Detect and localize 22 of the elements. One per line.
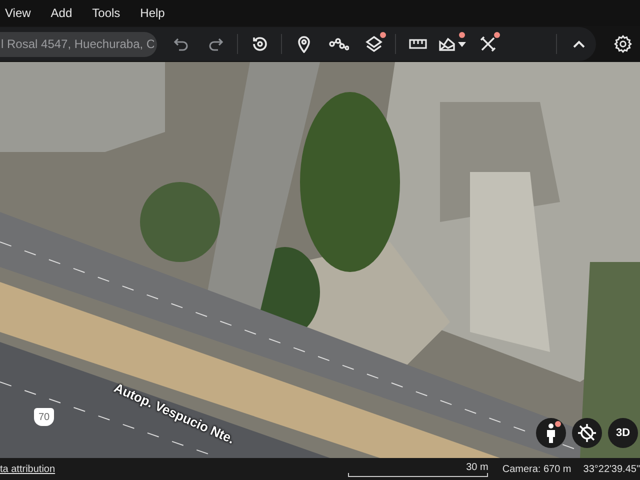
layers-icon xyxy=(364,35,382,53)
attribution-link[interactable]: ta attribution xyxy=(0,464,56,474)
coordinates: 33°22'39.45" xyxy=(583,464,640,474)
menu-item[interactable]: Help xyxy=(140,6,165,20)
camera-altitude: Camera: 670 m xyxy=(502,464,572,474)
terrain-icon xyxy=(439,37,466,51)
history-icon xyxy=(250,35,268,53)
person-icon xyxy=(546,423,556,443)
menu-item[interactable]: Add xyxy=(50,6,72,20)
menu-item[interactable]: View xyxy=(5,6,31,20)
redo-icon xyxy=(208,36,224,52)
scale-label: 30 m xyxy=(466,462,488,472)
path-icon xyxy=(328,37,348,51)
ruler-icon xyxy=(408,39,426,49)
location-pin-icon xyxy=(296,35,310,53)
settings-icon[interactable] xyxy=(614,35,632,53)
menu-item[interactable]: Tools xyxy=(92,6,120,20)
route-shield: 70 xyxy=(34,408,54,426)
compass-off-icon xyxy=(577,423,597,443)
chevron-up-icon xyxy=(572,40,584,48)
tools-icon xyxy=(478,35,496,53)
undo-icon xyxy=(172,36,188,52)
